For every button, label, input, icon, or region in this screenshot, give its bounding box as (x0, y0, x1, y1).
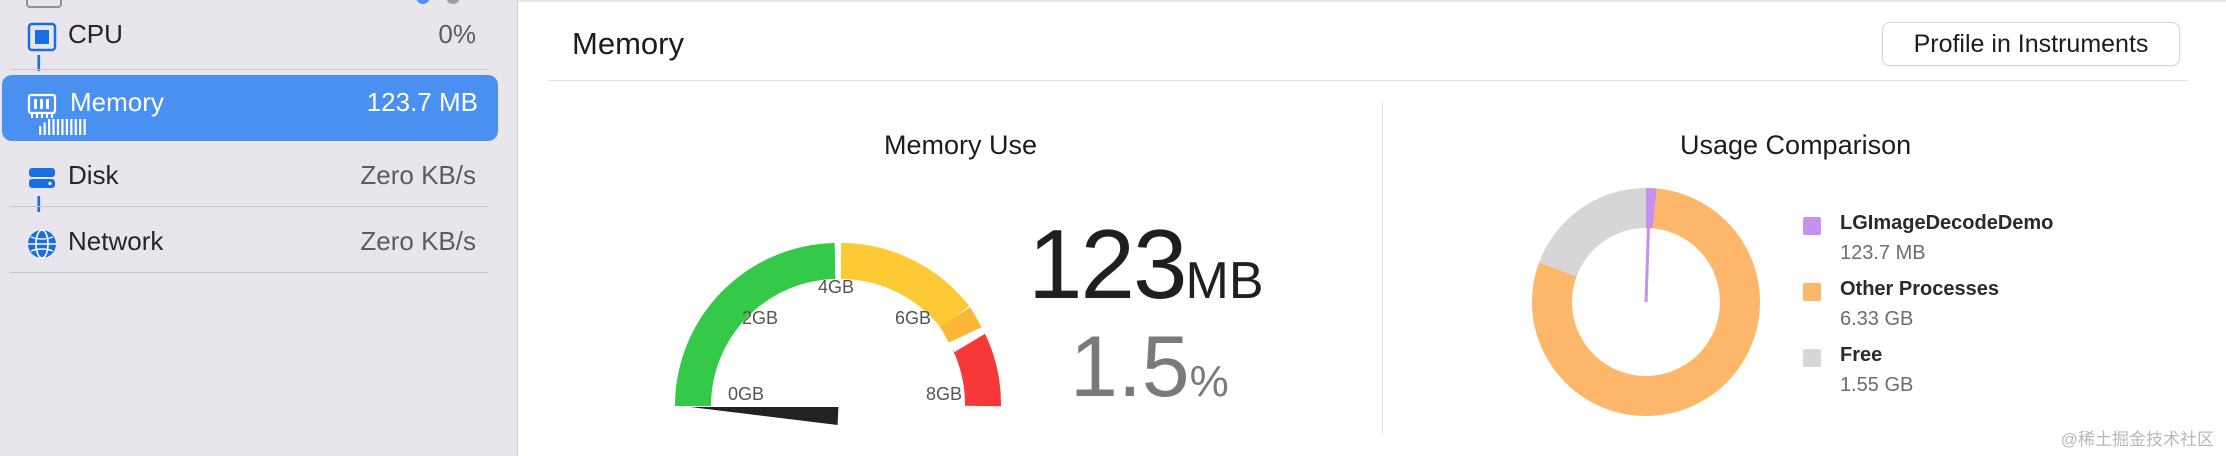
gauge-arc-red (951, 332, 1001, 407)
sidebar-item-value: 123.7 MB (366, 87, 478, 117)
memory-value-unit: MB (1185, 252, 1264, 310)
gauge-tick-label: 4GB (818, 277, 854, 297)
legend-swatch (1803, 349, 1821, 367)
memory-percent-unit: % (1189, 357, 1229, 406)
legend-value: 1.55 GB (1840, 374, 1914, 396)
sidebar-item-label: Network (68, 226, 164, 256)
gauge-tick-label: 8GB (926, 384, 962, 404)
watermark: @稀土掘金技术社区 (2060, 430, 2214, 449)
sidebar-divider (10, 206, 488, 207)
legend-name: LGImageDecodeDemo (1840, 212, 2054, 234)
sidebar-divider (10, 272, 488, 273)
legend-name: Other Processes (1840, 278, 1999, 300)
legend-name: Free (1840, 344, 1883, 366)
sidebar-item-value: 0% (438, 19, 476, 49)
gauge-tick-label: 0GB (728, 384, 764, 404)
page-title: Memory (572, 26, 684, 61)
legend-swatch (1803, 283, 1821, 301)
legend-value: 6.33 GB (1840, 308, 1914, 330)
globe-icon (28, 229, 56, 259)
header-divider (548, 80, 2188, 81)
gauge-tick-label: 6GB (895, 308, 931, 328)
sidebar-item-network[interactable]: Network Zero KB/s (0, 208, 496, 274)
sidebar-item-value: Zero KB/s (360, 226, 476, 256)
gauge-arc-orange (939, 307, 982, 343)
memory-gauge: 0GB 2GB 4GB 6GB 8GB (675, 240, 1001, 425)
legend-value: 123.7 MB (1840, 242, 1926, 264)
cpu-icon (27, 22, 57, 52)
memory-sparkline (39, 119, 86, 135)
legend-swatch (1803, 217, 1821, 235)
sidebar-item-disk[interactable]: Disk Zero KB/s (0, 142, 496, 212)
usage-comparison-title: Usage Comparison (1680, 130, 1912, 160)
memory-value-number: 123 (1028, 209, 1188, 319)
gauge-needle (690, 407, 839, 425)
main-panel: Memory Profile in Instruments Memory Use… (518, 0, 2226, 456)
sidebar-item-memory[interactable]: Memory 123.7 MB (2, 75, 498, 141)
memory-chip-icon (27, 93, 57, 118)
section-divider (1382, 102, 1383, 434)
top-border (518, 0, 2226, 2)
memory-value: 123MB (1028, 208, 1264, 321)
memory-percent-number: 1.5 (1070, 319, 1190, 415)
sidebar-item-value: Zero KB/s (360, 160, 476, 190)
sidebar-item-label: Memory (70, 87, 164, 117)
memory-percent: 1.5% (1070, 318, 1229, 417)
sidebar-item-label: Disk (68, 160, 119, 190)
profile-in-instruments-button[interactable]: Profile in Instruments (1882, 22, 2180, 66)
sidebar-item-cpu[interactable]: CPU 0% (0, 1, 496, 71)
sidebar: CPU 0% Memory 123.7 MB Disk Zero KB/s Ne… (0, 0, 518, 456)
sidebar-item-label: CPU (68, 19, 123, 49)
disk-icon (29, 168, 55, 188)
sidebar-divider (10, 69, 488, 70)
donut-slice-free (1539, 188, 1647, 278)
memory-use-title: Memory Use (884, 130, 1038, 160)
gauge-tick-label: 2GB (742, 308, 778, 328)
usage-donut-chart (1532, 187, 1760, 416)
